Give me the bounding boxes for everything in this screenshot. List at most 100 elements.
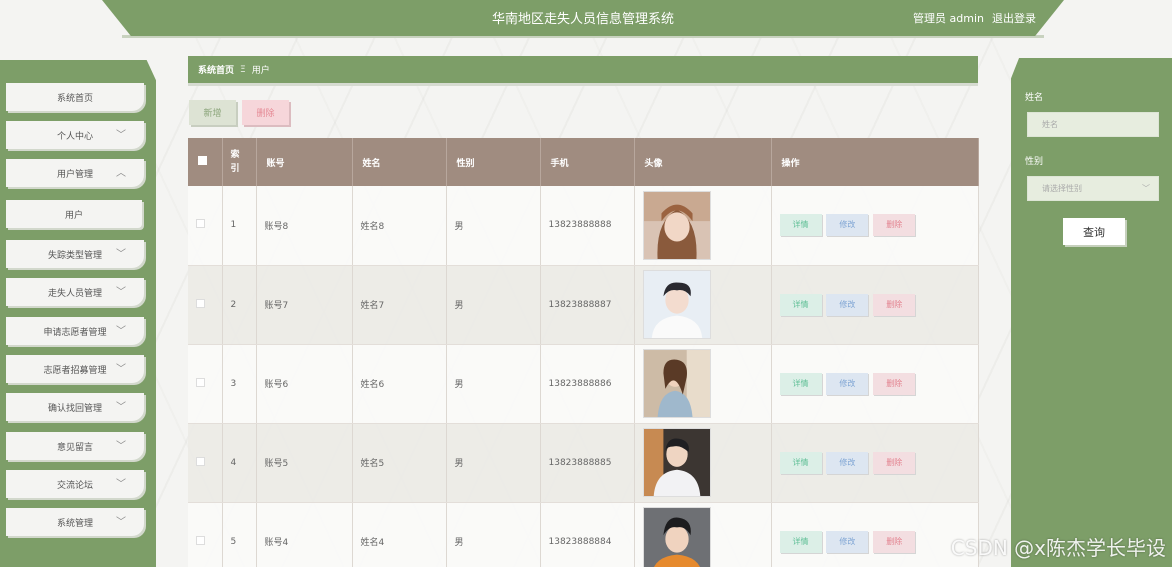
cell-phone: 13823888887 — [540, 265, 635, 345]
chevron-down-icon: ﹀ — [116, 402, 126, 413]
avatar — [642, 270, 711, 339]
edit-button[interactable]: 修改 — [826, 293, 869, 316]
cell-index: 4 — [222, 423, 257, 503]
cell-phone: 13823888885 — [540, 423, 635, 503]
gender-select[interactable]: 请选择性别 ﹀ — [1027, 176, 1159, 201]
bulk-delete-button[interactable]: 删除 — [242, 100, 289, 125]
select-all-checkbox[interactable] — [188, 138, 223, 186]
users-table: 索 引 账号 姓名 性别 手机 头像 操作 1 账号8 姓名8 男 138238… — [188, 138, 979, 567]
sidebar-item-label: 志愿者招募管理 — [43, 365, 107, 376]
delete-button[interactable]: 删除 — [873, 530, 916, 553]
sidebar-item-label: 系统首页 — [56, 93, 93, 104]
cell-avatar — [634, 423, 772, 503]
row-checkbox[interactable] — [188, 423, 223, 503]
sidebar-item-label: 用户管理 — [56, 169, 93, 180]
detail-button[interactable]: 详情 — [779, 451, 822, 474]
sidebar-item-forum[interactable]: 交流论坛 ﹀ — [6, 470, 144, 498]
table-row: 3 账号6 姓名6 男 13823888886 详情 修改 删除 — [188, 344, 979, 424]
top-header: 华南地区走失人员信息管理系统 管理员 admin 退出登录 — [102, 0, 1064, 36]
sidebar-item-user-management[interactable]: 用户管理 ︿ — [6, 159, 144, 187]
detail-button[interactable]: 详情 — [779, 293, 822, 316]
sidebar-item-label: 走失人员管理 — [47, 288, 102, 299]
sidebar-subitem-users[interactable]: 用户 — [6, 200, 142, 228]
sidebar-item-label: 申请志愿者管理 — [43, 327, 107, 338]
edit-button[interactable]: 修改 — [826, 451, 869, 474]
cell-account: 账号6 — [256, 344, 353, 424]
avatar — [642, 349, 711, 418]
cell-name: 姓名6 — [352, 344, 447, 424]
delete-button[interactable]: 删除 — [873, 451, 916, 474]
sidebar-item-volunteer-applications[interactable]: 申请志愿者管理 ﹀ — [6, 317, 144, 345]
cell-name: 姓名8 — [352, 186, 447, 266]
edit-button[interactable]: 修改 — [826, 530, 869, 553]
breadcrumb: 系统首页 Ξ 用户 — [188, 56, 978, 83]
chevron-down-icon: ﹀ — [116, 130, 126, 141]
add-button[interactable]: 新增 — [189, 100, 236, 125]
gender-filter-label: 性别 — [1025, 157, 1044, 167]
cell-name: 姓名4 — [352, 502, 447, 567]
edit-button[interactable]: 修改 — [826, 372, 869, 395]
breadcrumb-home[interactable]: 系统首页 — [198, 63, 234, 76]
cell-account: 账号4 — [256, 502, 353, 567]
header-user-area: 管理员 admin 退出登录 — [913, 10, 1036, 26]
sidebar-item-missing-persons[interactable]: 走失人员管理 ﹀ — [6, 278, 144, 306]
name-filter-label: 姓名 — [1025, 93, 1044, 103]
cell-phone: 13823888888 — [540, 186, 635, 266]
edit-button[interactable]: 修改 — [826, 214, 869, 237]
csdn-watermark: CSDN @x陈杰学长毕设 — [950, 536, 1166, 560]
row-checkbox[interactable] — [188, 344, 223, 424]
avatar — [642, 507, 711, 567]
sidebar-item-home[interactable]: 系统首页 — [6, 83, 144, 111]
detail-button[interactable]: 详情 — [779, 214, 822, 237]
delete-button[interactable]: 删除 — [873, 214, 916, 237]
cell-actions: 详情 修改 删除 — [771, 265, 979, 345]
cell-avatar — [634, 344, 772, 424]
cell-actions: 详情 修改 删除 — [771, 186, 979, 266]
sidebar-item-feedback[interactable]: 意见留言 ﹀ — [6, 432, 144, 460]
row-checkbox[interactable] — [188, 265, 223, 345]
detail-button[interactable]: 详情 — [779, 530, 822, 553]
column-header-actions: 操作 — [771, 138, 979, 186]
row-checkbox[interactable] — [188, 186, 223, 266]
avatar — [642, 190, 711, 260]
sidebar-item-label: 失踪类型管理 — [47, 250, 102, 261]
delete-button[interactable]: 删除 — [873, 293, 916, 316]
cell-index: 1 — [222, 186, 257, 266]
sidebar-item-confirm-found[interactable]: 确认找回管理 ﹀ — [6, 393, 144, 421]
cell-avatar — [634, 265, 772, 345]
name-search-input[interactable]: 姓名 — [1027, 112, 1159, 137]
cell-actions: 详情 修改 删除 — [771, 423, 979, 503]
gender-select-placeholder: 请选择性别 — [1042, 184, 1082, 193]
avatar — [642, 428, 711, 497]
cell-index: 5 — [222, 502, 257, 567]
sidebar-item-label: 系统管理 — [56, 518, 93, 529]
cell-actions: 详情 修改 删除 — [771, 502, 979, 567]
query-button[interactable]: 查询 — [1063, 218, 1125, 245]
sidebar-item-missing-type[interactable]: 失踪类型管理 ﹀ — [6, 240, 144, 268]
cell-gender: 男 — [446, 344, 541, 424]
cell-account: 账号8 — [256, 186, 353, 266]
chevron-down-icon: ﹀ — [1142, 184, 1150, 193]
name-search-placeholder: 姓名 — [1042, 120, 1058, 129]
delete-button[interactable]: 删除 — [873, 372, 916, 395]
logout-link[interactable]: 退出登录 — [992, 10, 1036, 26]
cell-gender: 男 — [446, 502, 541, 567]
chevron-up-icon: ︿ — [116, 168, 126, 179]
sidebar-item-label: 意见留言 — [56, 442, 93, 453]
cell-gender: 男 — [446, 423, 541, 503]
chevron-down-icon: ﹀ — [116, 287, 126, 298]
sidebar-item-volunteer-recruitment[interactable]: 志愿者招募管理 ﹀ — [6, 355, 144, 383]
breadcrumb-current: 用户 — [251, 66, 270, 76]
cell-name: 姓名7 — [352, 265, 447, 345]
sidebar-item-profile[interactable]: 个人中心 ﹀ — [6, 121, 144, 149]
detail-button[interactable]: 详情 — [779, 372, 822, 395]
cell-gender: 男 — [446, 265, 541, 345]
sidebar-item-system[interactable]: 系统管理 ﹀ — [6, 508, 144, 536]
sidebar-item-label: 确认找回管理 — [47, 403, 102, 414]
cell-avatar — [634, 186, 772, 266]
table-row: 5 账号4 姓名4 男 13823888884 详情 修改 删除 — [188, 502, 979, 567]
cell-actions: 详情 修改 删除 — [771, 344, 979, 424]
column-header-phone: 手机 — [540, 138, 635, 186]
row-checkbox[interactable] — [188, 502, 223, 567]
chevron-down-icon: ﹀ — [116, 479, 126, 490]
